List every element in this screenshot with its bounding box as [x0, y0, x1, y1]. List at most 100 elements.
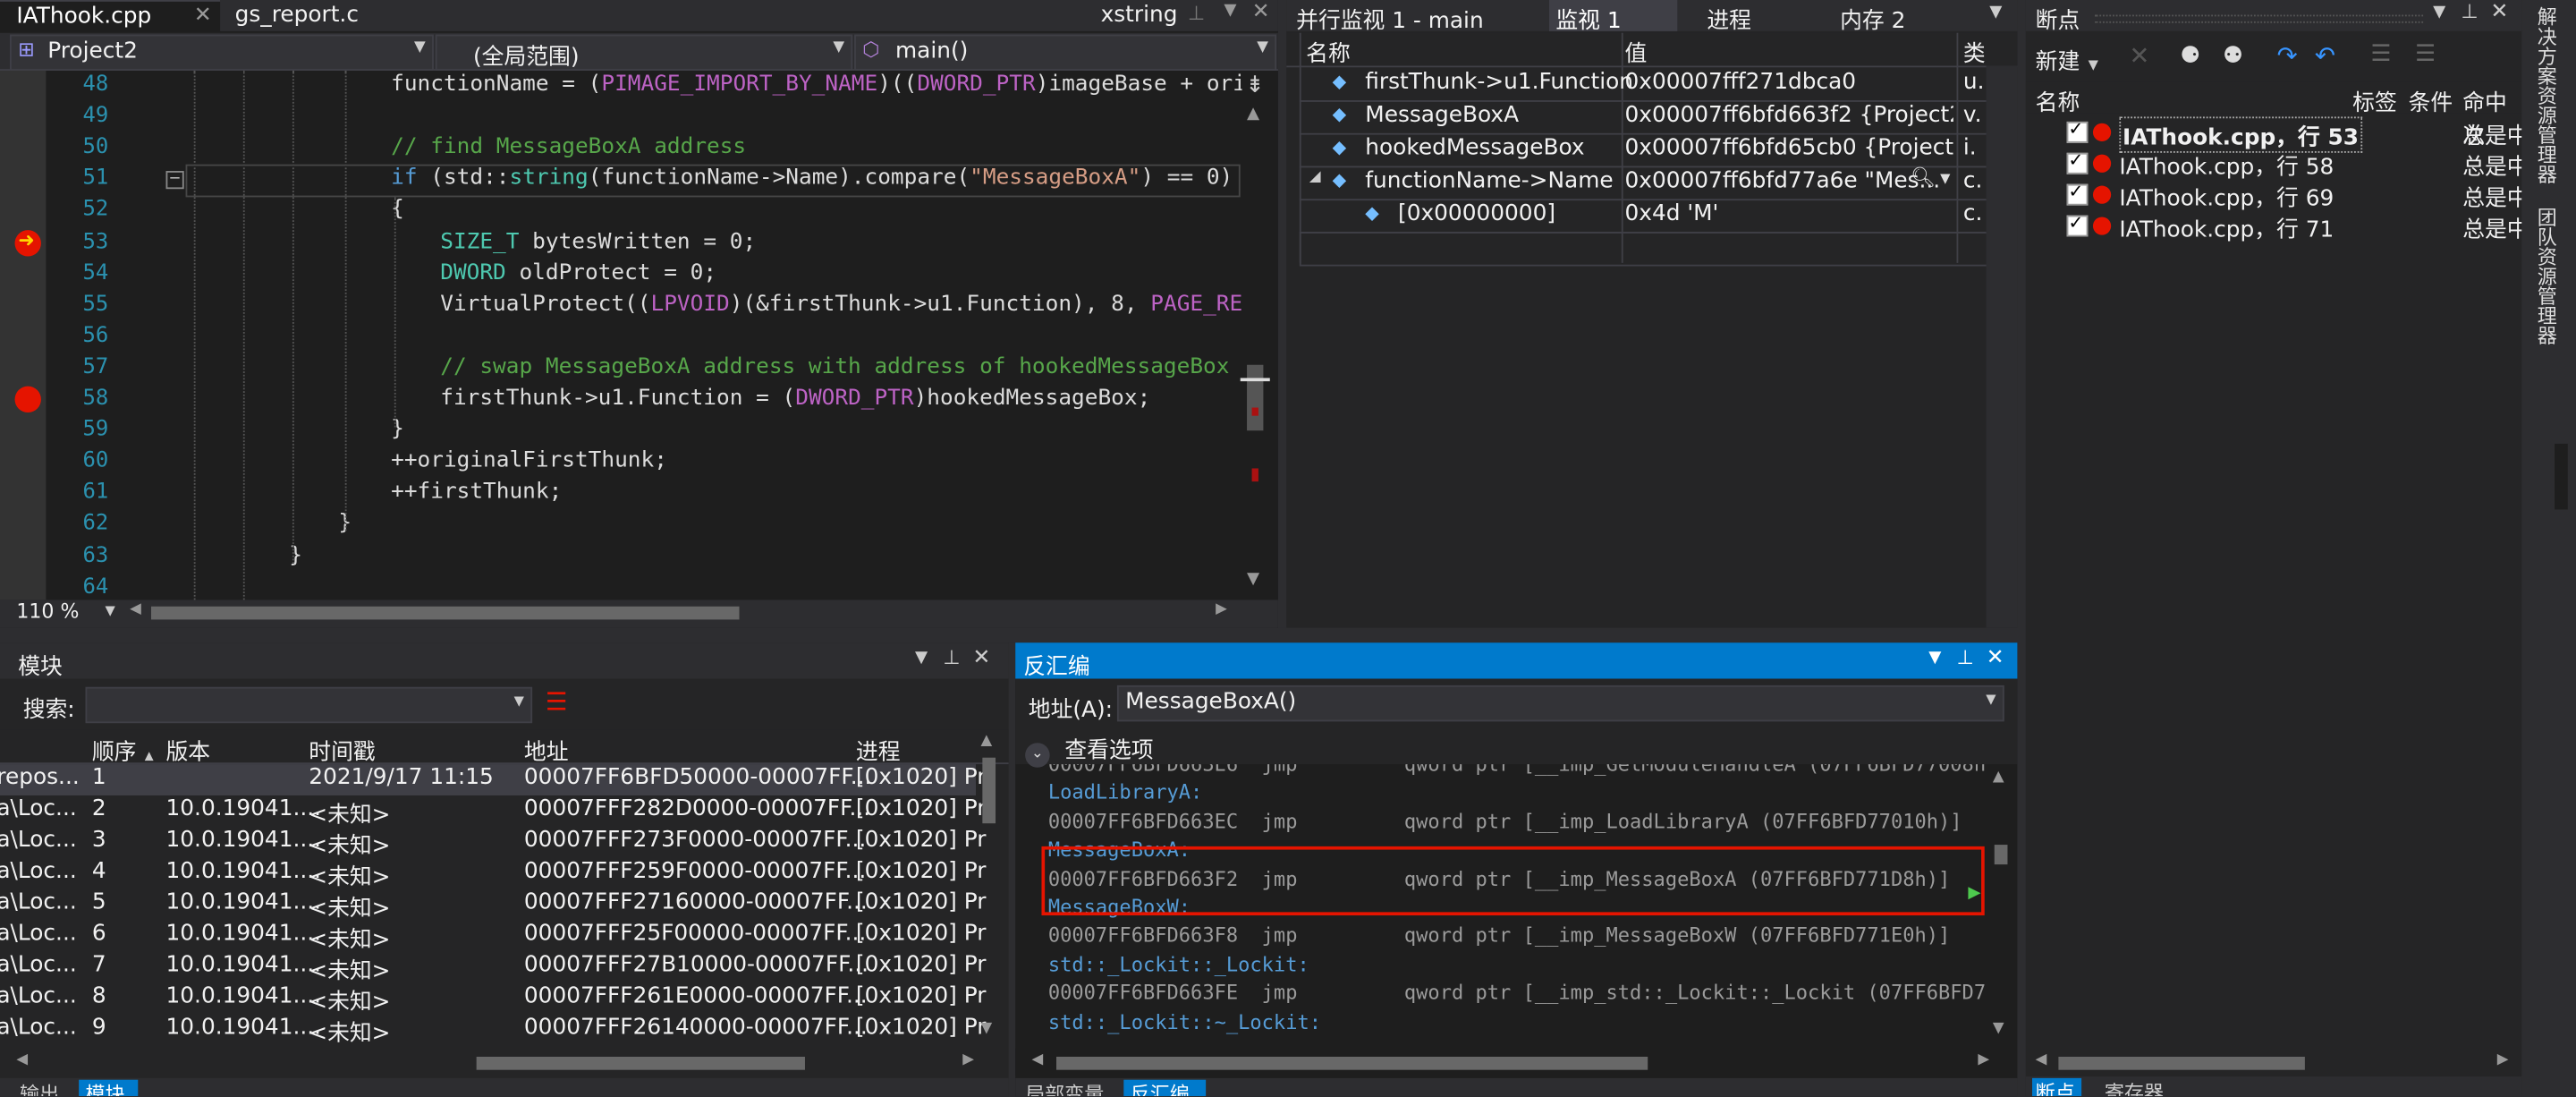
scroll-left-icon[interactable]: ◀	[16, 1051, 28, 1067]
table-row[interactable]: a\Loc... 5 10.0.19041.... <未知> 00007FFF27160…	[0, 889, 986, 923]
delete-icon[interactable]: ✕	[2129, 41, 2149, 71]
tab-watch-1[interactable]: 监视 1	[1549, 0, 1678, 35]
disasm-instruction[interactable]: 00007FF6BFD663E6 jmp qword ptr [__imp_Ge…	[1048, 764, 1985, 776]
disasm-label[interactable]: LoadLibraryA:	[1048, 781, 1203, 804]
disasm-instruction[interactable]: 00007FF6BFD663F8 jmp qword ptr [__imp_Me…	[1048, 924, 1950, 948]
code-line[interactable]: }	[391, 418, 404, 443]
collapse-arrow-icon[interactable]: ◢	[1309, 169, 1321, 185]
code-line[interactable]: ++originalFirstThunk;	[391, 449, 667, 474]
team-explorer-tab[interactable]: 团队资源管理器	[2533, 207, 2559, 344]
function-dropdown[interactable]: ⬡ main() ▼	[854, 34, 1277, 71]
breakpoint-row[interactable]: IAThook.cpp，行 58 总是中	[2026, 148, 2521, 181]
pin-icon[interactable]: ⊥	[943, 646, 960, 669]
column-name-header[interactable]: 名称	[1306, 35, 1351, 67]
pin-icon[interactable]: ⊥	[2461, 0, 2478, 23]
tab-disassembly[interactable]: 反汇编	[1123, 1079, 1207, 1097]
disasm-instruction[interactable]: 00007FF6BFD663FE jmp qword ptr [__imp_st…	[1048, 982, 1985, 1005]
scroll-right-icon[interactable]: ▶	[1978, 1051, 1989, 1067]
watch-row[interactable]: ◆ firstThunk->u1.Function 0x00007fff271dbc…	[1299, 67, 1998, 102]
split-icon[interactable]: ⇟	[1245, 72, 1265, 98]
tab-gs-report[interactable]: gs_report.c	[226, 0, 423, 31]
close-icon[interactable]: ✕	[194, 2, 212, 30]
code-line[interactable]: {	[391, 198, 404, 223]
code-line[interactable]: functionName = (PIMAGE_IMPORT_BY_NAME)((…	[391, 72, 1259, 98]
address-input[interactable]: MessageBoxA() ▼	[1116, 685, 2004, 722]
breakpoint-row[interactable]: IAThook.cpp，行 53总是中	[2026, 116, 2521, 153]
code-line[interactable]: // find MessageBoxA address	[391, 135, 746, 160]
dropdown-icon[interactable]: ▼	[2433, 4, 2445, 21]
dropdown-icon[interactable]: ▼	[1928, 649, 1941, 667]
columns-icon[interactable]: ☰	[2370, 41, 2391, 67]
disasm-horizontal-scrollbar[interactable]	[1055, 1056, 1648, 1070]
disasm-vertical-scrollbar[interactable]	[1994, 845, 2008, 865]
column-type-header[interactable]: 类	[1963, 35, 1986, 67]
collapse-toggle[interactable]: −	[165, 171, 184, 190]
column-condition-header[interactable]: 条件	[2409, 84, 2453, 116]
tab-process[interactable]: 进程	[1707, 2, 1751, 34]
tab-locals[interactable]: 局部变量	[1025, 1080, 1104, 1096]
tab-breakpoints[interactable]: 断点	[2031, 1077, 2082, 1097]
disasm-instruction[interactable]: 00007FF6BFD663EC jmp qword ptr [__imp_Lo…	[1048, 810, 1962, 833]
watch-row[interactable]: ◆ MessageBoxA 0x00007ff6bfd663f2 {Project2…	[1299, 100, 1998, 135]
breakpoint-icon[interactable]	[14, 386, 41, 413]
code-line[interactable]: firstThunk->u1.Function = (DWORD_PTR)hoo…	[440, 387, 1150, 412]
list-icon[interactable]: ☰	[2415, 41, 2436, 67]
table-row[interactable]: a\Loc... 3 10.0.19041.... <未知> 00007FFF273F0…	[0, 827, 986, 860]
column-label-header[interactable]: 标签	[2352, 84, 2397, 116]
scroll-left-icon[interactable]: ◀	[2036, 1051, 2047, 1067]
breakpoint-checkbox[interactable]	[2066, 149, 2089, 174]
editor-vertical-scrollbar[interactable]	[1241, 70, 1272, 600]
table-row[interactable]: repos... 1 2021/9/17 11:15 00007FF6BFD50000…	[0, 764, 986, 795]
tab-registers[interactable]: 寄存器	[2105, 1078, 2164, 1097]
table-row[interactable]: a\Loc... 2 10.0.19041.... <未知> 00007FFF282D0…	[0, 795, 986, 829]
close-icon[interactable]: ✕	[1252, 0, 1270, 25]
right-tab-xstring[interactable]: xstring	[1101, 2, 1178, 28]
watch-row[interactable]: ◆ hookedMessageBox 0x00007ff6bfd65cb0 {Pro…	[1299, 133, 1998, 168]
magnifier-icon[interactable]: 🔍︎	[1911, 166, 1936, 190]
tab-output[interactable]: 输出	[20, 1080, 59, 1096]
pin-icon[interactable]: ⊥	[1188, 2, 1205, 25]
tab-iathook[interactable]: IAThook.cpp ✕	[0, 0, 221, 33]
editor-horizontal-scrollbar[interactable]	[150, 606, 740, 620]
delete-all-icon[interactable]: ⚈	[2180, 43, 2200, 69]
modules-vertical-scrollbar[interactable]	[982, 757, 996, 824]
scroll-down-icon[interactable]: ▼	[1993, 1021, 2004, 1037]
table-row[interactable]: a\Loc... 9 10.0.19041.... <未知> 00007FFF26140…	[0, 1014, 986, 1047]
chevron-down-icon[interactable]: ▼	[1940, 171, 1950, 186]
code-line[interactable]: SIZE_T bytesWritten = 0;	[440, 229, 756, 254]
tab-parallel-watch[interactable]: 并行监视 1 - main	[1296, 2, 1484, 34]
column-value-header[interactable]: 值	[1624, 35, 1647, 67]
scroll-right-icon[interactable]: ▶	[962, 1051, 974, 1067]
watch-row[interactable]: ◢ ◆ functionName->Name 0x00007ff6bfd77a6e "…	[1299, 166, 1998, 201]
close-icon[interactable]: ✕	[972, 646, 990, 671]
code-line[interactable]: ++firstThunk;	[391, 480, 562, 506]
disasm-label[interactable]: std::_Lockit::_Lockit:	[1048, 953, 1309, 976]
code-line[interactable]: }	[289, 543, 302, 568]
scroll-down-icon[interactable]: ▼	[981, 1021, 993, 1037]
scroll-up-icon[interactable]: ▲	[981, 733, 993, 749]
run-to-cursor-icon[interactable]: ▶	[1968, 884, 1980, 902]
code-line[interactable]: // swap MessageBoxA address with address…	[440, 355, 1229, 380]
import-icon[interactable]: ↷	[2277, 41, 2298, 71]
column-address-header[interactable]: 地址	[524, 733, 569, 766]
breakpoint-margin[interactable]	[0, 70, 47, 600]
scroll-up-icon[interactable]: ▲	[1247, 106, 1259, 123]
column-version-header[interactable]: 版本	[166, 733, 211, 766]
column-process-header[interactable]: 进程	[856, 733, 901, 766]
column-timestamp-header[interactable]: 时间戳	[309, 733, 375, 766]
breakpoint-checkbox[interactable]	[2066, 181, 2089, 206]
scroll-down-icon[interactable]: ▼	[1247, 570, 1259, 588]
table-row[interactable]: a\Loc... 4 10.0.19041.... <未知> 00007FFF259F0…	[0, 858, 986, 891]
close-icon[interactable]: ✕	[2490, 0, 2508, 25]
dropdown-icon[interactable]: ▼	[915, 649, 928, 667]
clear-search-icon[interactable]: ☰	[546, 687, 568, 717]
code-line[interactable]: DWORD oldProtect = 0;	[440, 260, 716, 285]
export-icon[interactable]: ↶	[2315, 41, 2335, 71]
scroll-left-icon[interactable]: ◀	[1031, 1051, 1043, 1067]
search-input[interactable]: ▼	[85, 686, 533, 724]
scroll-right-icon[interactable]: ▶	[1216, 601, 1227, 617]
breakpoint-row[interactable]: IAThook.cpp，行 69 总是中	[2026, 179, 2521, 212]
table-row[interactable]: a\Loc... 7 10.0.19041.... <未知> 00007FFF27B10…	[0, 951, 986, 984]
view-options-toggle[interactable]: ⌄ 查看选项	[1025, 731, 1154, 768]
modules-horizontal-scrollbar[interactable]	[476, 1056, 805, 1070]
